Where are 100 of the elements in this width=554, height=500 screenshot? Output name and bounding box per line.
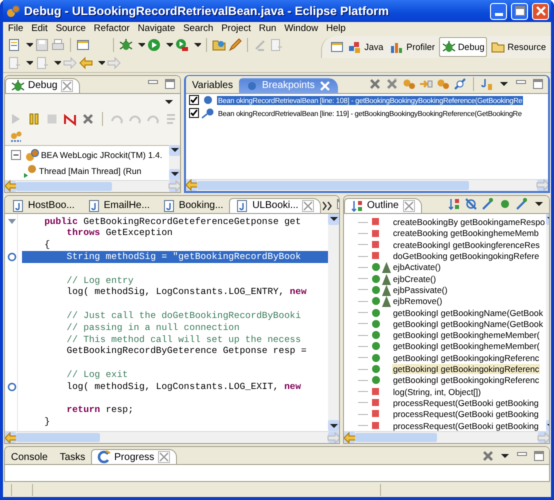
minimize-icon (494, 12, 502, 16)
maximize-icon[interactable] (532, 448, 546, 463)
maximize-icon[interactable] (531, 77, 545, 92)
remove-all-icon[interactable] (481, 448, 495, 463)
outline-item[interactable]: processRequest(GetBooki getBooking (392, 420, 540, 431)
run-icon[interactable] (147, 38, 161, 52)
horizontal-scrollbar[interactable] (186, 178, 548, 191)
menu-item[interactable]: Refactor (94, 23, 130, 34)
menu-item[interactable]: Run (258, 23, 276, 34)
outline-item[interactable]: getBookingI getBookinghemeMember( (392, 330, 541, 340)
outline-item[interactable]: ejbActivate() (392, 262, 442, 272)
outline-item[interactable]: ejbCreate() (392, 274, 437, 284)
remove-all-icon[interactable] (385, 77, 399, 92)
outline-item[interactable]: getBookingI getBookingokingReferenc (392, 375, 540, 386)
perspective-button[interactable]: Debug (438, 36, 488, 57)
checkbox[interactable] (189, 95, 199, 106)
code-line: log( methodSig, LogConstants.LOG_ENTRY, new (66, 286, 308, 298)
code-line: { (43, 239, 51, 251)
maximize-icon (512, 4, 526, 18)
java-file-icon (235, 198, 250, 213)
run-tool-icon[interactable] (175, 38, 189, 52)
scroll-right-arrow-icon[interactable] (536, 178, 548, 191)
menu-item[interactable]: Source (56, 23, 86, 34)
code-line: // This method call will set up the necess (66, 334, 302, 346)
new-file-icon[interactable] (7, 38, 21, 52)
checkbox[interactable] (189, 108, 199, 118)
outline-item[interactable]: createBooking getBookinghemeMemb (392, 228, 540, 238)
folder-icon (491, 40, 506, 54)
step-filters-icon[interactable] (9, 129, 23, 144)
outline-item[interactable]: log(String, int, Object[]) (392, 386, 482, 397)
outline-item[interactable]: getBookingI getBookinghemeMember( (392, 341, 541, 352)
outline-tab[interactable]: Outline (344, 198, 422, 213)
scroll-left-arrow-icon[interactable] (186, 178, 198, 191)
code-line: // Log exit (66, 368, 130, 381)
menu-item[interactable]: Window (284, 23, 318, 34)
window-title: Debug - ULBookingRecordRetrievalBean.java - Eclipse Platform (24, 4, 390, 18)
java-file-icon (86, 198, 101, 213)
menu-item[interactable]: Search (183, 23, 214, 34)
outline-item[interactable]: getBookingI getBookingName(GetBook (392, 308, 544, 318)
maximize-button[interactable] (511, 2, 528, 20)
outline-item[interactable]: ejbRemove() (392, 296, 444, 306)
breakpoint-icon (201, 106, 215, 120)
tree-item[interactable]: BEA WebLogic JRockit(TM) 1.4. (41, 150, 162, 160)
cubes-icon (348, 40, 362, 54)
vertical-scrollbar[interactable] (328, 214, 339, 432)
outline-item[interactable]: processRequest(GetBooki getBooking (392, 409, 540, 420)
bug-icon (11, 78, 25, 93)
minimize-button[interactable] (490, 2, 507, 20)
menu-item[interactable]: Project (221, 23, 251, 34)
debug-tab[interactable]: Debug (5, 78, 80, 93)
bug-icon[interactable] (119, 38, 133, 52)
tree-item[interactable]: Thread [Main Thread] (Run (39, 166, 142, 176)
remove-icon[interactable] (368, 77, 382, 92)
view-tab[interactable]: Progress (91, 449, 178, 464)
close-icon[interactable] (157, 450, 172, 464)
view-tab[interactable]: Variables (186, 78, 239, 93)
outline-item[interactable]: getBookingI getBookingokingReferenc (392, 352, 540, 363)
menu-item[interactable]: Navigate (138, 23, 176, 34)
scroll-left-arrow-icon[interactable] (5, 430, 18, 444)
vertical-scrollbar[interactable] (169, 144, 180, 180)
outline-item[interactable]: getBookingI getBookingokingReferenc (392, 364, 540, 374)
editor-tab[interactable]: EmailHe... (80, 198, 156, 213)
code-line: // Log entry (66, 274, 135, 286)
code-line: GetBookingRecordByGeterence Getponse resp = (66, 345, 308, 358)
open-perspective-icon[interactable] (330, 40, 344, 54)
menu-item[interactable]: File (8, 23, 24, 34)
perspective-button[interactable]: Profiler (387, 36, 438, 57)
perspective-button[interactable]: Java (345, 36, 386, 57)
scroll-left-arrow-icon[interactable] (344, 430, 356, 444)
close-icon (534, 4, 548, 18)
perspective-button[interactable]: Resource (488, 36, 549, 57)
close-icon[interactable] (60, 78, 74, 93)
view-tab[interactable]: Console (5, 449, 54, 464)
close-icon[interactable] (402, 198, 416, 213)
remove-icon[interactable] (81, 112, 95, 126)
suspend-icon[interactable] (27, 112, 41, 126)
editor-tab[interactable]: ULBooki... (229, 198, 322, 213)
close-icon[interactable] (318, 78, 332, 93)
outline-item[interactable]: doGetBooking getBookingokingRefere (392, 251, 540, 262)
outline-item[interactable]: createBookingI getBookingferenceRes (392, 240, 541, 250)
view-tab[interactable]: Tasks (54, 449, 92, 464)
horizontal-scrollbar[interactable] (5, 431, 339, 444)
outline-item[interactable]: getBookingI getBookingName(GetBook (392, 318, 544, 329)
outline-item[interactable]: ejbPassivate() (392, 284, 448, 295)
menu-item[interactable]: Edit (31, 23, 48, 34)
outline-item[interactable]: processRequest(GetBooki getBooking (392, 398, 540, 408)
java-file-icon (162, 198, 176, 213)
editor-tab[interactable]: Booking... (156, 198, 230, 213)
editor-tab[interactable]: HostBoo... (5, 198, 81, 213)
open-type-icon[interactable] (212, 38, 226, 52)
outline-item[interactable]: createBookingBy getBookingameRespo (392, 217, 546, 228)
sort-icon[interactable] (447, 197, 461, 212)
close-icon[interactable] (301, 198, 316, 213)
horizontal-scrollbar[interactable] (5, 180, 180, 192)
scroll-left-arrow-icon[interactable] (5, 179, 18, 192)
horizontal-scrollbar[interactable] (344, 431, 549, 444)
close-button[interactable] (532, 2, 549, 20)
code-line: // passing in a null connection (66, 322, 241, 334)
collapse-icon[interactable] (9, 148, 23, 162)
menu-item[interactable]: Help (326, 23, 346, 34)
